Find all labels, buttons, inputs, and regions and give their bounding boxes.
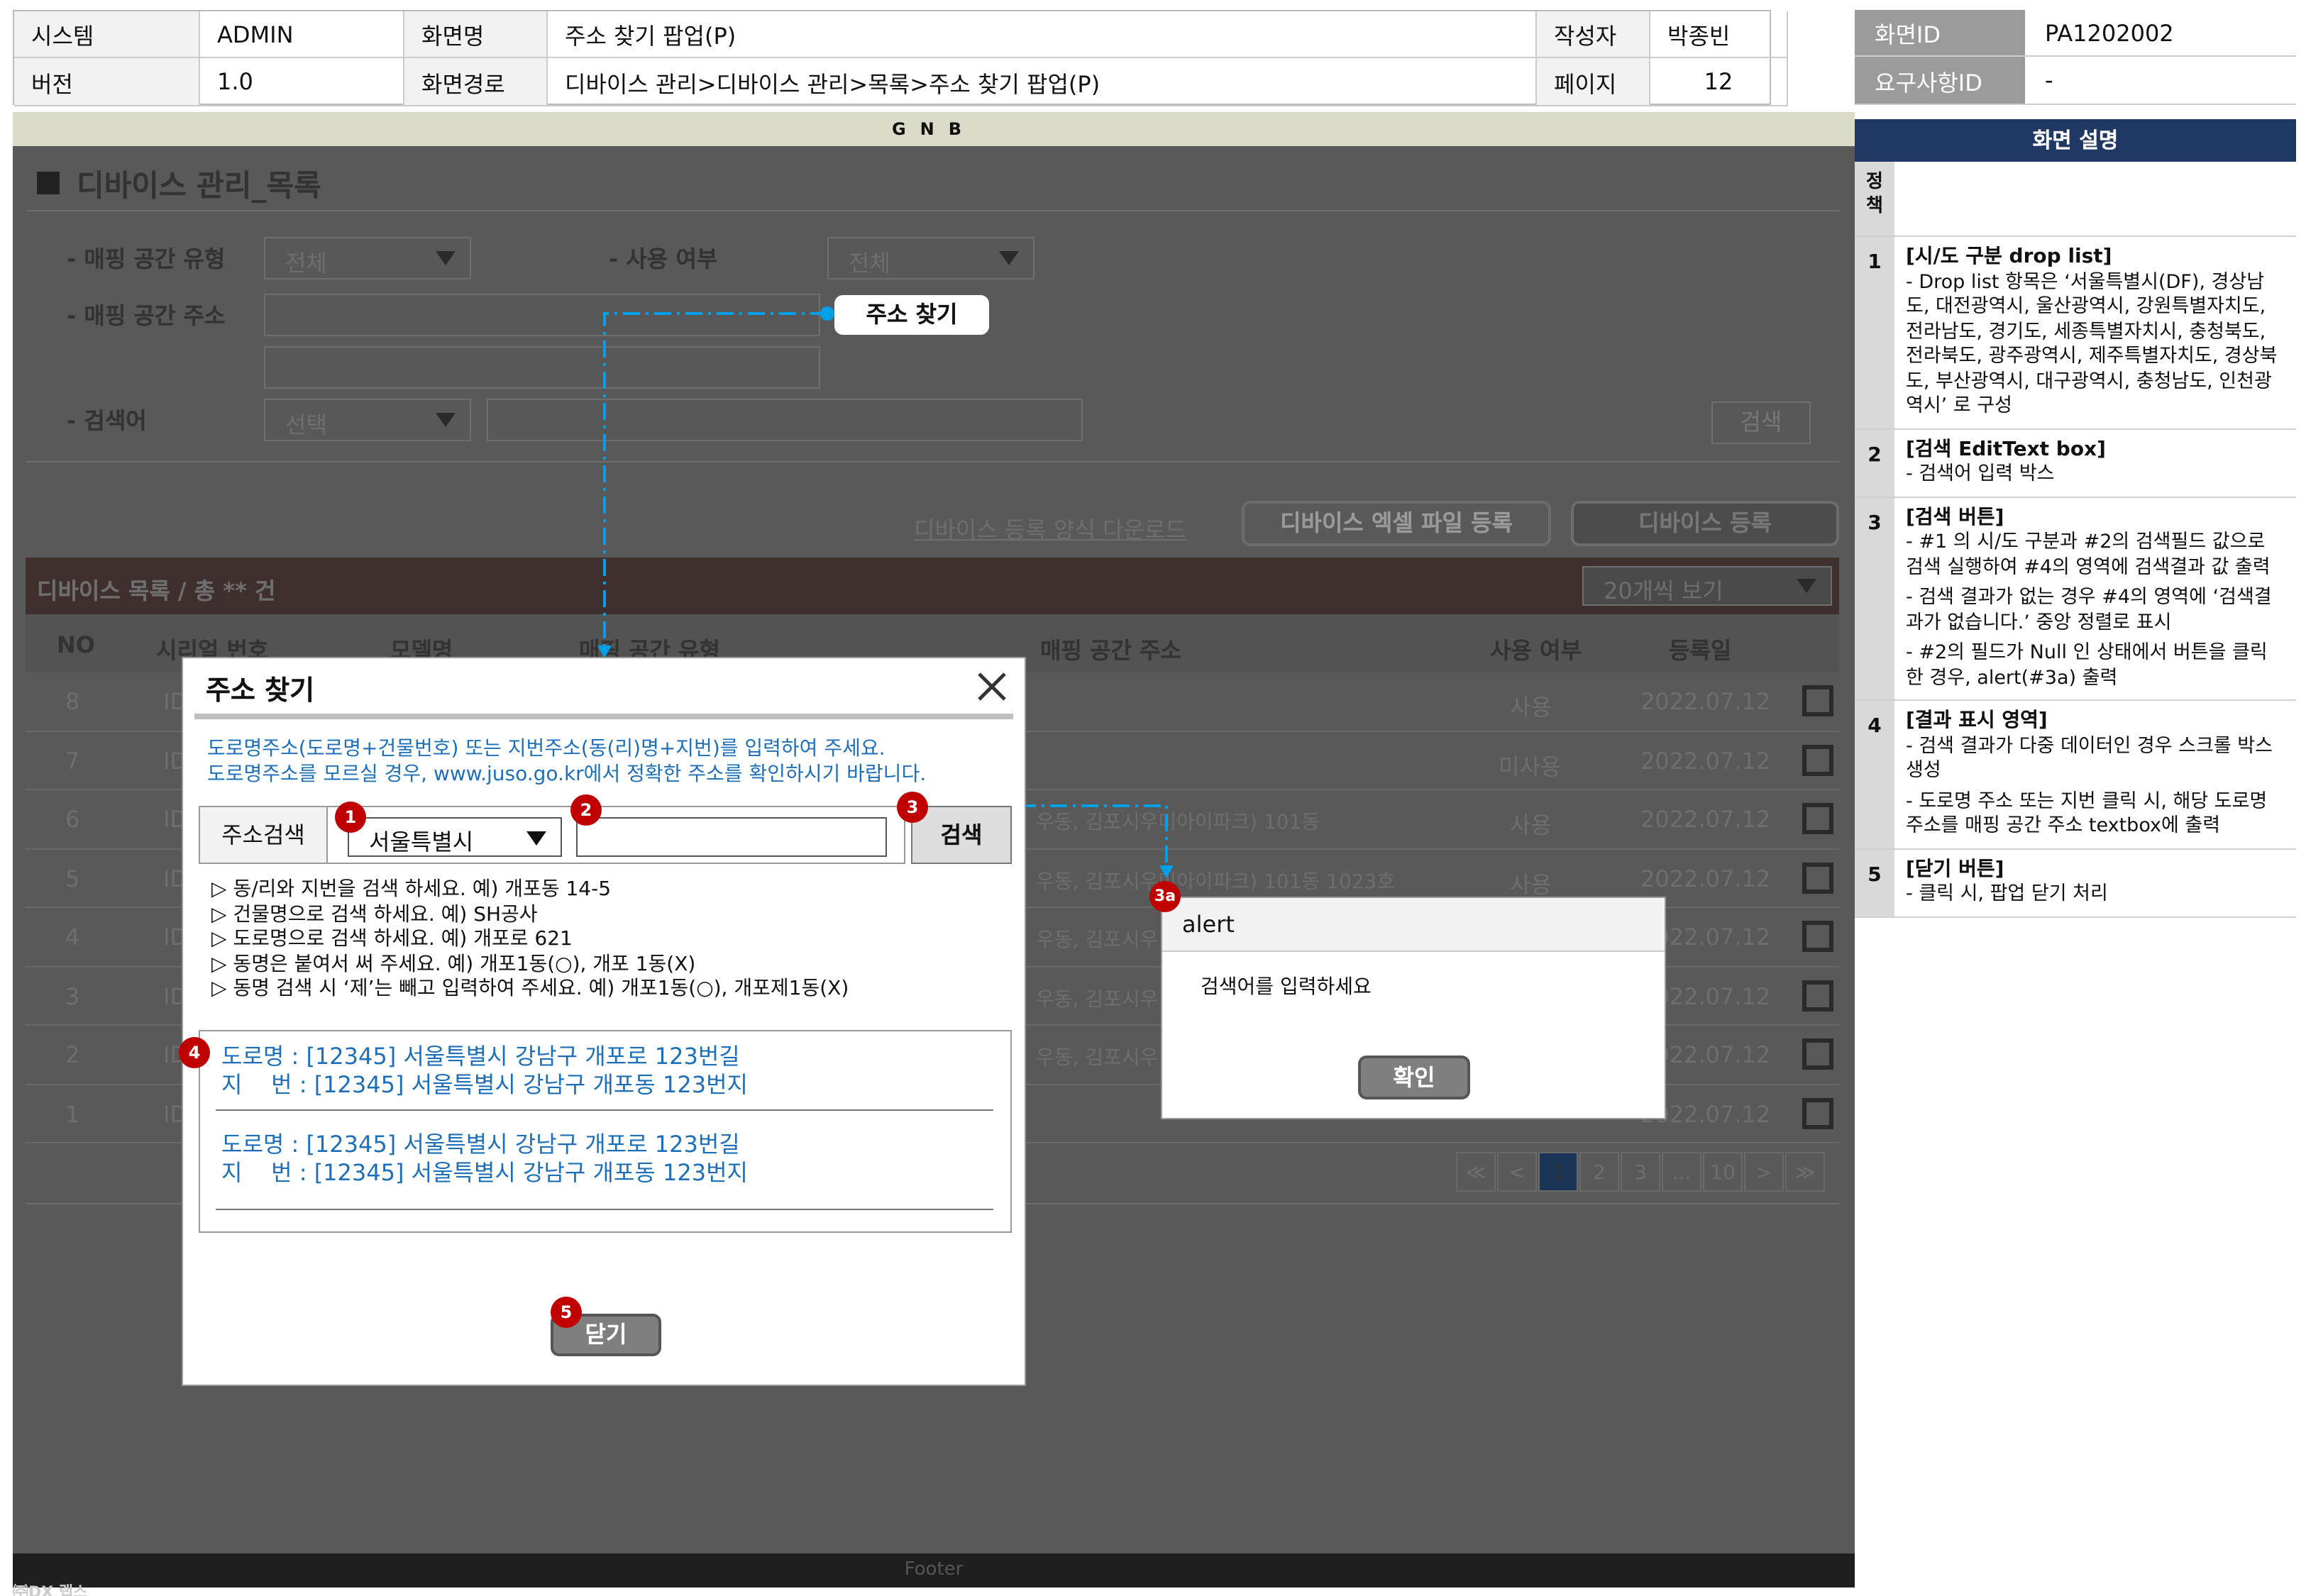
search-row: 주소검색 서울특별시 <box>199 806 905 864</box>
close-icon[interactable] <box>975 670 1009 704</box>
address-search-input[interactable] <box>576 817 887 857</box>
description-heading: 화면 설명 <box>1855 119 2296 162</box>
search-tips: ▷ 동/리와 지번을 검색 하세요. 예) 개포동 14-5 ▷ 건물명으로 검색… <box>211 878 849 1000</box>
desc-item-number: 5 <box>1855 849 1894 916</box>
alert-ok-button[interactable]: 확인 <box>1358 1055 1470 1099</box>
search-label: 주소검색 <box>200 807 328 863</box>
desc-item-number: 3 <box>1855 497 1894 699</box>
desc-item-5: [닫기 버튼] - 클릭 시, 팝업 닫기 처리 <box>1906 858 2108 905</box>
result-area: 도로명 : [12345] 서울특별시 강남구 개포로 123번길 지 번 : [… <box>199 1030 1012 1233</box>
address-search-popup: 주소 찾기 도로명주소(도로명+건물번호) 또는 지번주소(동(리)명+지번)를… <box>182 657 1026 1386</box>
result-item[interactable]: 도로명 : [12345] 서울특별시 강남구 개포로 123번길 지 번 : [… <box>221 1131 748 1187</box>
desc-item-3: [검색 버튼] - #1 의 시/도 구분과 #2의 검색필드 값으로 검색 실행… <box>1906 506 2272 689</box>
desc-item-2: [검색 EditText box] - 검색어 입력 박스 <box>1906 438 2106 485</box>
marker-5: 5 <box>551 1297 582 1328</box>
chevron-down-icon <box>526 831 546 846</box>
alert-dialog: alert 검색어를 입력하세요 확인 <box>1161 897 1666 1119</box>
result-item[interactable]: 도로명 : [12345] 서울특별시 강남구 개포로 123번길 지 번 : [… <box>221 1043 748 1099</box>
marker-4: 4 <box>179 1037 210 1068</box>
desc-item-number: 1 <box>1855 237 1894 428</box>
policy-label: 정책 <box>1855 162 1894 235</box>
popup-title: 주소 찾기 <box>206 675 315 706</box>
marker-2: 2 <box>570 794 602 826</box>
guide-text: 도로명주소(도로명+건물번호) 또는 지번주소(동(리)명+지번)를 입력하여 … <box>207 738 927 786</box>
desc-item-number: 2 <box>1855 429 1894 496</box>
req-id-value: - <box>2025 57 2296 105</box>
desc-item-4: [결과 표시 영역] - 검색 결과가 다중 데이터인 경우 스크롤 박스 생성 -… <box>1906 709 2273 837</box>
desc-item-1: [시/도 구분 drop list] - Drop list 항목은 ‘서울특별시… <box>1906 245 2278 417</box>
screen-id-value: PA1202002 <box>2025 10 2296 57</box>
desc-item-number: 4 <box>1855 701 1894 848</box>
spec-header-ids: 화면ID PA1202002 요구사항ID - <box>1855 10 2296 105</box>
marker-3a: 3a <box>1149 881 1181 912</box>
marker-3: 3 <box>897 792 928 823</box>
req-id-label: 요구사항ID <box>1855 57 2025 105</box>
alert-title: alert <box>1182 911 1235 938</box>
screen-id-label: 화면ID <box>1855 10 2025 57</box>
alert-message: 검색어를 입력하세요 <box>1201 976 1372 999</box>
marker-1: 1 <box>335 802 366 833</box>
region-select[interactable]: 서울특별시 <box>348 817 562 857</box>
description-panel: 화면 설명 정책 1 [시/도 구분 drop list] - Drop list … <box>1855 119 2296 917</box>
